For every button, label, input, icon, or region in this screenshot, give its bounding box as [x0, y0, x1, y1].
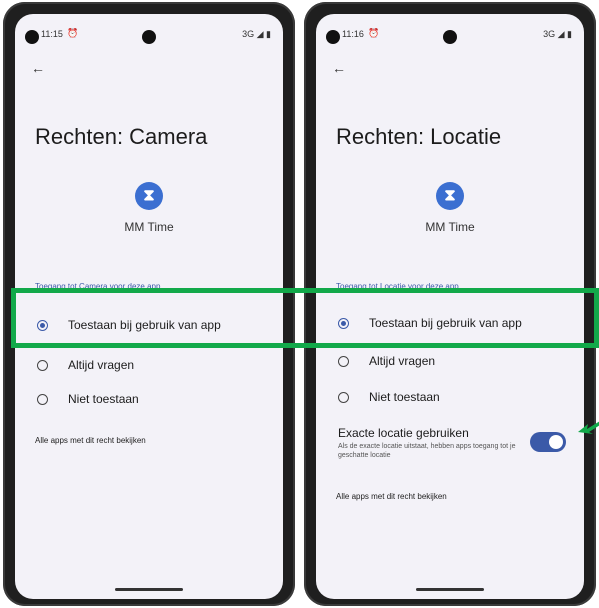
home-indicator[interactable] — [416, 588, 484, 591]
back-arrow-icon[interactable]: ← — [332, 60, 346, 76]
app-name: MM Time — [124, 220, 174, 234]
status-time: 11:16 — [342, 29, 364, 39]
app-name: MM Time — [425, 220, 475, 234]
status-bar: 11:15 ⏰ 3G ◢ ▮ — [15, 24, 283, 46]
option-label: Altijd vragen — [68, 358, 135, 372]
network-label: 3G — [242, 29, 255, 39]
hourglass-icon: ⧗ — [135, 182, 163, 210]
exact-location-toggle[interactable] — [530, 432, 566, 452]
green-arrow-icon — [578, 421, 599, 434]
option-label: Niet toestaan — [68, 392, 139, 406]
option-deny[interactable]: Niet toestaan — [37, 392, 139, 406]
all-apps-link[interactable]: Alle apps met dit recht bekijken — [35, 436, 146, 445]
toggle-knob — [549, 435, 563, 449]
option-ask-every-time[interactable]: Altijd vragen — [338, 354, 435, 368]
home-indicator[interactable] — [115, 588, 183, 591]
network-label: 3G — [543, 29, 556, 39]
all-apps-link[interactable]: Alle apps met dit recht bekijken — [336, 492, 447, 501]
back-arrow-icon[interactable]: ← — [31, 60, 45, 76]
status-bar: 11:16 ⏰ 3G ◢ ▮ — [316, 24, 584, 46]
exact-location-subtitle: Als de exacte locatie uitstaat, hebben a… — [338, 443, 516, 459]
camera-hole-icon — [25, 30, 39, 44]
radio-icon[interactable] — [338, 356, 349, 368]
option-label: Niet toestaan — [369, 390, 440, 404]
front-camera-icon — [443, 30, 457, 44]
alarm-icon: ⏰ — [368, 28, 380, 38]
option-ask-every-time[interactable]: Altijd vragen — [37, 358, 134, 372]
radio-icon[interactable] — [338, 392, 349, 404]
hourglass-icon: ⧗ — [436, 182, 464, 210]
radio-icon[interactable] — [37, 360, 48, 372]
exact-location-title: Exacte locatie gebruiken — [338, 426, 469, 440]
option-label: Altijd vragen — [369, 354, 436, 368]
network-status: 3G ◢ ▮ — [543, 29, 572, 39]
page-title: Rechten: Camera — [35, 124, 208, 149]
alarm-icon: ⏰ — [67, 28, 79, 38]
network-status: 3G ◢ ▮ — [242, 29, 271, 39]
option-deny[interactable]: Niet toestaan — [338, 390, 440, 404]
radio-icon[interactable] — [37, 394, 48, 406]
camera-hole-icon — [326, 30, 340, 44]
front-camera-icon — [142, 30, 156, 44]
status-time: 11:15 — [41, 29, 63, 39]
page-title: Rechten: Locatie — [336, 124, 502, 149]
highlight-box — [11, 288, 599, 348]
